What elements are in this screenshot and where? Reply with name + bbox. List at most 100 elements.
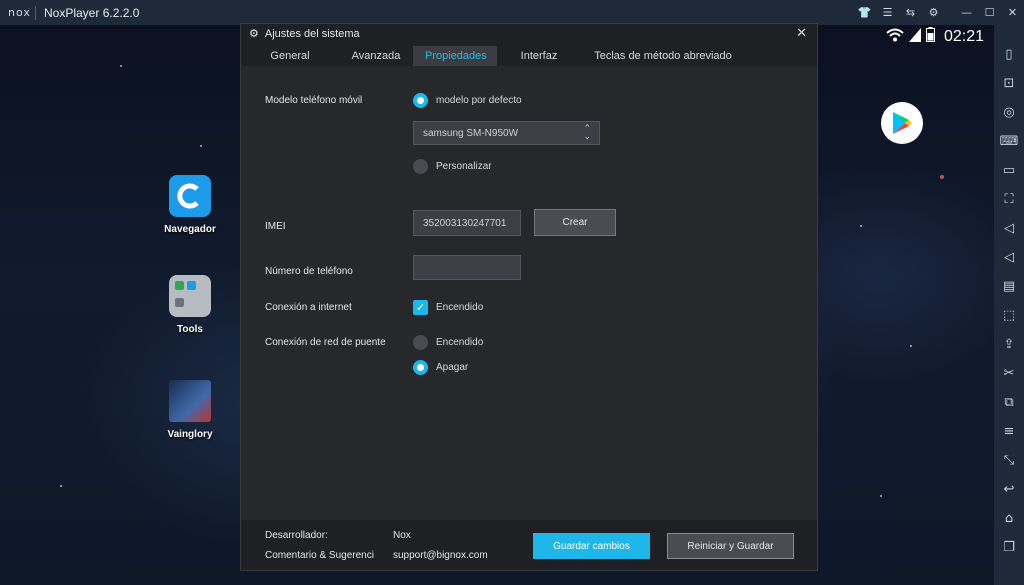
window-controls: 👕 ☰ ⇆ ⚙ — ☐ ✕ xyxy=(853,0,1024,25)
nox-player-window: nox NoxPlayer 6.2.2.0 👕 ☰ ⇆ ⚙ — ☐ ✕ Nave… xyxy=(0,0,1024,585)
app-icon-tools[interactable]: Tools xyxy=(150,275,230,335)
phone-number-field[interactable] xyxy=(413,255,521,280)
tools-folder-icon xyxy=(169,275,211,317)
imei-value: 352003130247701 xyxy=(423,217,507,229)
vainglory-icon xyxy=(169,380,211,422)
internet-label: Conexión a internet xyxy=(265,302,352,313)
tab-propiedades[interactable]: Propiedades xyxy=(413,46,497,66)
radio-label: Personalizar xyxy=(436,161,492,172)
star xyxy=(200,145,202,147)
developer-label: Desarrollador: xyxy=(265,530,328,541)
select-arrows-icon: ⌃ ⌄ xyxy=(583,124,591,142)
imei-label: IMEI xyxy=(265,221,286,232)
import-icon[interactable]: ⇪ xyxy=(994,330,1024,359)
scissors-icon[interactable]: ✂ xyxy=(994,359,1024,388)
feedback-email[interactable]: support@bignox.com xyxy=(393,550,488,561)
radio-label: modelo por defecto xyxy=(436,95,522,106)
app-label: Navegador xyxy=(164,224,216,235)
phone-icon[interactable]: ▯ xyxy=(994,40,1024,69)
dialog-close-icon[interactable]: ✕ xyxy=(796,26,807,41)
close-icon[interactable]: ✕ xyxy=(1001,0,1024,25)
radio-unselected-icon xyxy=(413,335,428,350)
multi-instance-icon[interactable]: ⧉ xyxy=(994,388,1024,417)
robot-icon[interactable]: ⊡ xyxy=(994,69,1024,98)
tab-general[interactable]: General xyxy=(241,46,339,66)
star xyxy=(860,225,862,227)
save-changes-button[interactable]: Guardar cambios xyxy=(533,533,650,559)
star xyxy=(880,495,882,497)
create-imei-button[interactable]: Crear xyxy=(534,209,616,236)
settings-dialog: ⚙ Ajustes del sistema ✕ General Avanzada… xyxy=(240,23,818,571)
app-title: NoxPlayer 6.2.2.0 xyxy=(44,5,140,20)
back-icon[interactable]: ↩ xyxy=(994,475,1024,504)
location-icon[interactable]: ◎ xyxy=(994,98,1024,127)
tab-interfaz[interactable]: Interfaz xyxy=(497,46,581,66)
dialog-title: ⚙ Ajustes del sistema xyxy=(249,27,360,40)
tab-teclas[interactable]: Teclas de método abreviado xyxy=(581,46,745,66)
radio-selected-icon xyxy=(413,360,428,375)
restart-and-save-button[interactable]: Reiniciar y Guardar xyxy=(667,533,794,559)
shirt-icon[interactable]: 👕 xyxy=(853,0,876,25)
star xyxy=(120,65,122,67)
apk-icon[interactable]: ▤ xyxy=(994,272,1024,301)
status-bar: 02:21 xyxy=(886,27,984,46)
tab-avanzada[interactable]: Avanzada xyxy=(339,46,413,66)
play-store-icon[interactable] xyxy=(881,102,923,144)
phone-number-label: Número de teléfono xyxy=(265,266,353,277)
volume-down-icon[interactable]: ◁ xyxy=(994,243,1024,272)
home-icon[interactable]: ⌂ xyxy=(994,504,1024,533)
bridge-off-radio[interactable]: Apagar xyxy=(413,360,468,375)
app-label: Vainglory xyxy=(167,429,213,440)
model-select[interactable]: samsung SM-N950W ⌃ ⌄ xyxy=(413,121,600,145)
star xyxy=(60,485,62,487)
radio-selected-icon xyxy=(413,93,428,108)
fullscreen-icon[interactable]: ⛶ xyxy=(994,185,1024,214)
right-toolbar: ▯ ⊡ ◎ ⌨ ▭ ⛶ ◁ ◁ ▤ ⬚ ⇪ ✂ ⧉ ≡ ⤡ ↩ ⌂ ❐ xyxy=(994,25,1024,585)
gear-icon[interactable]: ⚙ xyxy=(922,0,945,25)
phone-model-label: Modelo teléfono móvil xyxy=(265,95,363,106)
menu-icon[interactable]: ☰ xyxy=(876,0,899,25)
keyboard-icon[interactable]: ⌨ xyxy=(994,127,1024,156)
checkmark-icon: ✓ xyxy=(413,300,428,315)
radio-unselected-icon xyxy=(413,159,428,174)
radio-label: Apagar xyxy=(436,362,469,373)
internet-checkbox[interactable]: ✓ Encendido xyxy=(413,300,483,315)
tab-bar: General Avanzada Propiedades Interfaz Te… xyxy=(241,46,745,66)
checkbox-label: Encendido xyxy=(436,302,484,313)
dialog-header: ⚙ Ajustes del sistema ✕ General Avanzada… xyxy=(241,24,817,66)
screen-icon[interactable]: ▭ xyxy=(994,156,1024,185)
browser-icon xyxy=(169,175,211,217)
feedback-label: Comentario & Sugerenci xyxy=(265,550,374,561)
recent-apps-icon[interactable]: ❐ xyxy=(994,533,1024,562)
divider xyxy=(945,0,955,25)
gear-icon: ⚙ xyxy=(249,27,259,40)
dialog-footer: Desarrollador: Nox Comentario & Sugerenc… xyxy=(241,520,817,570)
imei-field[interactable]: 352003130247701 xyxy=(413,210,521,236)
more-icon[interactable]: ≡ xyxy=(994,417,1024,446)
bridge-label: Conexión de red de puente xyxy=(265,337,386,348)
nox-logo: nox xyxy=(8,5,36,20)
dialog-body: Modelo teléfono móvil modelo por defecto… xyxy=(241,66,817,520)
screenshot-icon[interactable]: ⬚ xyxy=(994,301,1024,330)
battery-icon xyxy=(925,27,935,46)
signal-icon xyxy=(908,27,921,46)
title-bar: nox NoxPlayer 6.2.2.0 👕 ☰ ⇆ ⚙ — ☐ ✕ xyxy=(0,0,1024,25)
app-icon-navegador[interactable]: Navegador xyxy=(150,175,230,235)
developer-value: Nox xyxy=(393,530,411,541)
clock: 02:21 xyxy=(943,27,984,45)
star xyxy=(910,345,912,347)
resize-icon[interactable]: ⤡ xyxy=(994,446,1024,475)
star xyxy=(940,175,944,179)
custom-model-radio[interactable]: Personalizar xyxy=(413,159,492,174)
app-icon-vainglory[interactable]: Vainglory xyxy=(150,380,230,440)
volume-up-icon[interactable]: ◁ xyxy=(994,214,1024,243)
default-model-radio[interactable]: modelo por defecto xyxy=(413,93,522,108)
app-label: Tools xyxy=(177,324,203,335)
radio-label: Encendido xyxy=(436,337,484,348)
bridge-on-radio[interactable]: Encendido xyxy=(413,335,483,350)
share-icon[interactable]: ⇆ xyxy=(899,0,922,25)
minimize-icon[interactable]: — xyxy=(955,0,978,25)
model-select-value: samsung SM-N950W xyxy=(423,127,519,139)
wifi-icon xyxy=(886,28,904,46)
maximize-icon[interactable]: ☐ xyxy=(978,0,1001,25)
